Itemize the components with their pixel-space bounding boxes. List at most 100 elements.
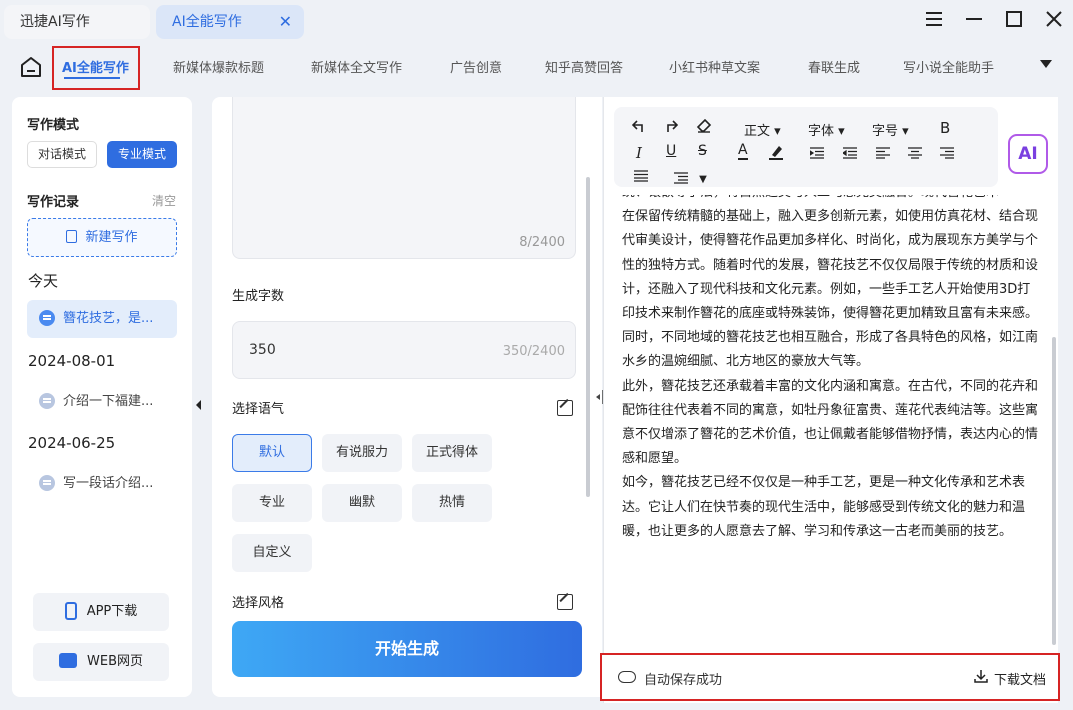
nav-ai-writing[interactable]: AI全能写作 [62,57,129,76]
dialog-mode-button[interactable]: 对话模式 [27,141,97,168]
tone-chip[interactable]: 正式得体 [412,434,492,472]
edit-tone-icon[interactable] [557,400,573,416]
settings-scrollbar[interactable] [586,177,590,497]
doc-icon [39,309,55,326]
settings-panel: 8/2400 生成字数 350 350/2400 选择语气 默认 有说服力 正式… [212,97,602,697]
bold-button[interactable]: B [940,119,950,137]
generate-button[interactable]: 开始生成 [232,621,582,677]
download-document-button[interactable]: 下载文档 [994,669,1046,688]
nav-active-underline [64,77,120,79]
app-tab-label: AI全能写作 [172,14,242,30]
style-label: 选择风格 [232,596,285,611]
nav-more-dropdown-icon[interactable] [1040,60,1052,68]
web-icon [59,653,77,668]
line-height-dropdown[interactable]: ▼ [674,169,707,188]
document-content[interactable]: 统、镶嵌等手法，将自然之美与人工巧思完美融合。现代簪花艺术 在保留传统精髓的基础… [622,195,1042,610]
clear-records-link[interactable]: 清空 [152,192,176,209]
chevron-down-icon: ▼ [699,174,707,185]
highlight-icon[interactable] [768,144,784,160]
record-item[interactable]: 簪花技艺，是... [27,300,177,338]
nav-xiaohongshu[interactable]: 小红书种草文案 [669,57,760,76]
new-writing-button[interactable]: 新建写作 [27,218,177,257]
text-color-button[interactable]: A [738,143,748,160]
align-right-icon[interactable] [940,147,954,159]
tone-chip[interactable]: 自定义 [232,534,312,572]
wordcount-input[interactable]: 350 350/2400 [232,321,576,379]
fontsize-dropdown[interactable]: 字号 ▾ [872,120,909,139]
indent-increase-icon[interactable] [810,147,824,159]
record-title: 簪花技艺，是... [63,311,154,326]
record-title: 写作记录 [27,195,80,210]
new-writing-label: 新建写作 [85,230,138,245]
nav-media-title[interactable]: 新媒体爆款标题 [173,57,264,76]
wordcount-counter: 350/2400 [502,344,565,359]
web-label: WEB网页 [87,654,143,669]
tone-chip[interactable]: 默认 [232,434,312,472]
record-title: 写一段话介绍... [63,476,154,491]
maximize-icon[interactable] [1002,10,1026,34]
italic-button[interactable]: I [636,144,642,162]
app-download-button[interactable]: APP下载 [33,593,169,631]
wordcount-label: 生成字数 [232,289,285,304]
pro-mode-button[interactable]: 专业模式 [107,141,177,168]
app-tab-xunjie[interactable]: 迅捷AI写作 [4,5,150,39]
align-center-icon[interactable] [908,147,922,159]
undo-icon[interactable] [632,119,646,133]
group-date: 2024-06-25 [28,434,116,452]
new-doc-icon [66,230,78,243]
record-title: 介绍一下福建... [63,394,154,409]
line-height-icon [674,172,688,184]
tone-chip[interactable]: 幽默 [322,484,402,522]
font-dropdown[interactable]: 字体 ▾ [808,120,845,139]
eraser-icon[interactable] [696,119,712,133]
tone-chip[interactable]: 有说服力 [322,434,402,472]
close-window-icon[interactable] [1042,10,1066,34]
editor-scrollbar[interactable] [1052,337,1056,645]
prompt-textarea[interactable]: 8/2400 [232,97,576,259]
wordcount-value: 350 [249,342,276,358]
cloud-save-icon [618,671,636,683]
ai-assistant-icon[interactable]: AI [1008,134,1048,174]
align-left-icon[interactable] [876,147,890,159]
align-justify-icon[interactable] [634,170,648,182]
autosave-status: 自动保存成功 [644,673,723,688]
close-tab-icon[interactable]: ✕ [279,5,292,39]
title-bar: 迅捷AI写作 AI全能写作 ✕ [0,0,1073,44]
nav-couplet[interactable]: 春联生成 [808,57,860,76]
nav-zhihu[interactable]: 知乎高赞回答 [545,57,623,76]
font-label: 字体 [808,124,835,139]
nav-ad-idea[interactable]: 广告创意 [450,57,502,76]
redo-icon[interactable] [664,119,678,133]
doc-paragraph: 如今，簪花技艺已经不仅仅是一种手工艺，更是一种文化传承和艺术表达。它让人们在快节… [622,475,1026,539]
editor-footer: 自动保存成功 下载文档 [600,653,1060,701]
paragraph-style-dropdown[interactable]: 正文 ▾ [744,120,781,139]
editor-panel: 正文 ▾ 字体 ▾ 字号 ▾ B I U S A ▼ 统、镶嵌等手法，将自然之美… [603,97,1058,703]
underline-button[interactable]: U [666,143,676,159]
record-item[interactable]: 写一段话介绍... [27,465,177,503]
web-button[interactable]: WEB网页 [33,643,169,681]
menu-icon[interactable] [922,10,946,34]
app-download-label: APP下载 [86,604,138,619]
phone-icon [64,601,77,620]
minimize-icon[interactable] [962,10,986,34]
doc-paragraph: 此外，簪花技艺还承载着丰富的文化内涵和寓意。在古代，不同的花卉和配饰往往代表着不… [622,378,1039,467]
doc-clipped-line: 统、镶嵌等手法，将自然之美与人工巧思完美融合。现代簪花艺术 [622,195,1042,205]
feature-nav: AI全能写作 新媒体爆款标题 新媒体全文写作 广告创意 知乎高赞回答 小红书种草… [0,44,1073,90]
nav-media-fulltext[interactable]: 新媒体全文写作 [311,57,402,76]
download-icon[interactable] [974,669,988,683]
tone-chip[interactable]: 专业 [232,484,312,522]
collapse-sidebar-icon[interactable] [192,397,204,411]
paragraph-style-label: 正文 [744,124,771,139]
nav-novel[interactable]: 写小说全能助手 [903,57,994,76]
tone-chip[interactable]: 热情 [412,484,492,522]
app-tab-ai-writing[interactable]: AI全能写作 ✕ [156,5,304,39]
strikethrough-button[interactable]: S [698,143,707,159]
group-date-today: 今天 [28,272,59,290]
record-item[interactable]: 介绍一下福建... [27,383,177,421]
home-icon[interactable] [18,54,44,80]
edit-style-icon[interactable] [557,594,573,610]
doc-icon [39,474,55,491]
indent-decrease-icon[interactable] [843,147,857,159]
group-date: 2024-08-01 [28,352,116,370]
doc-icon [39,392,55,409]
